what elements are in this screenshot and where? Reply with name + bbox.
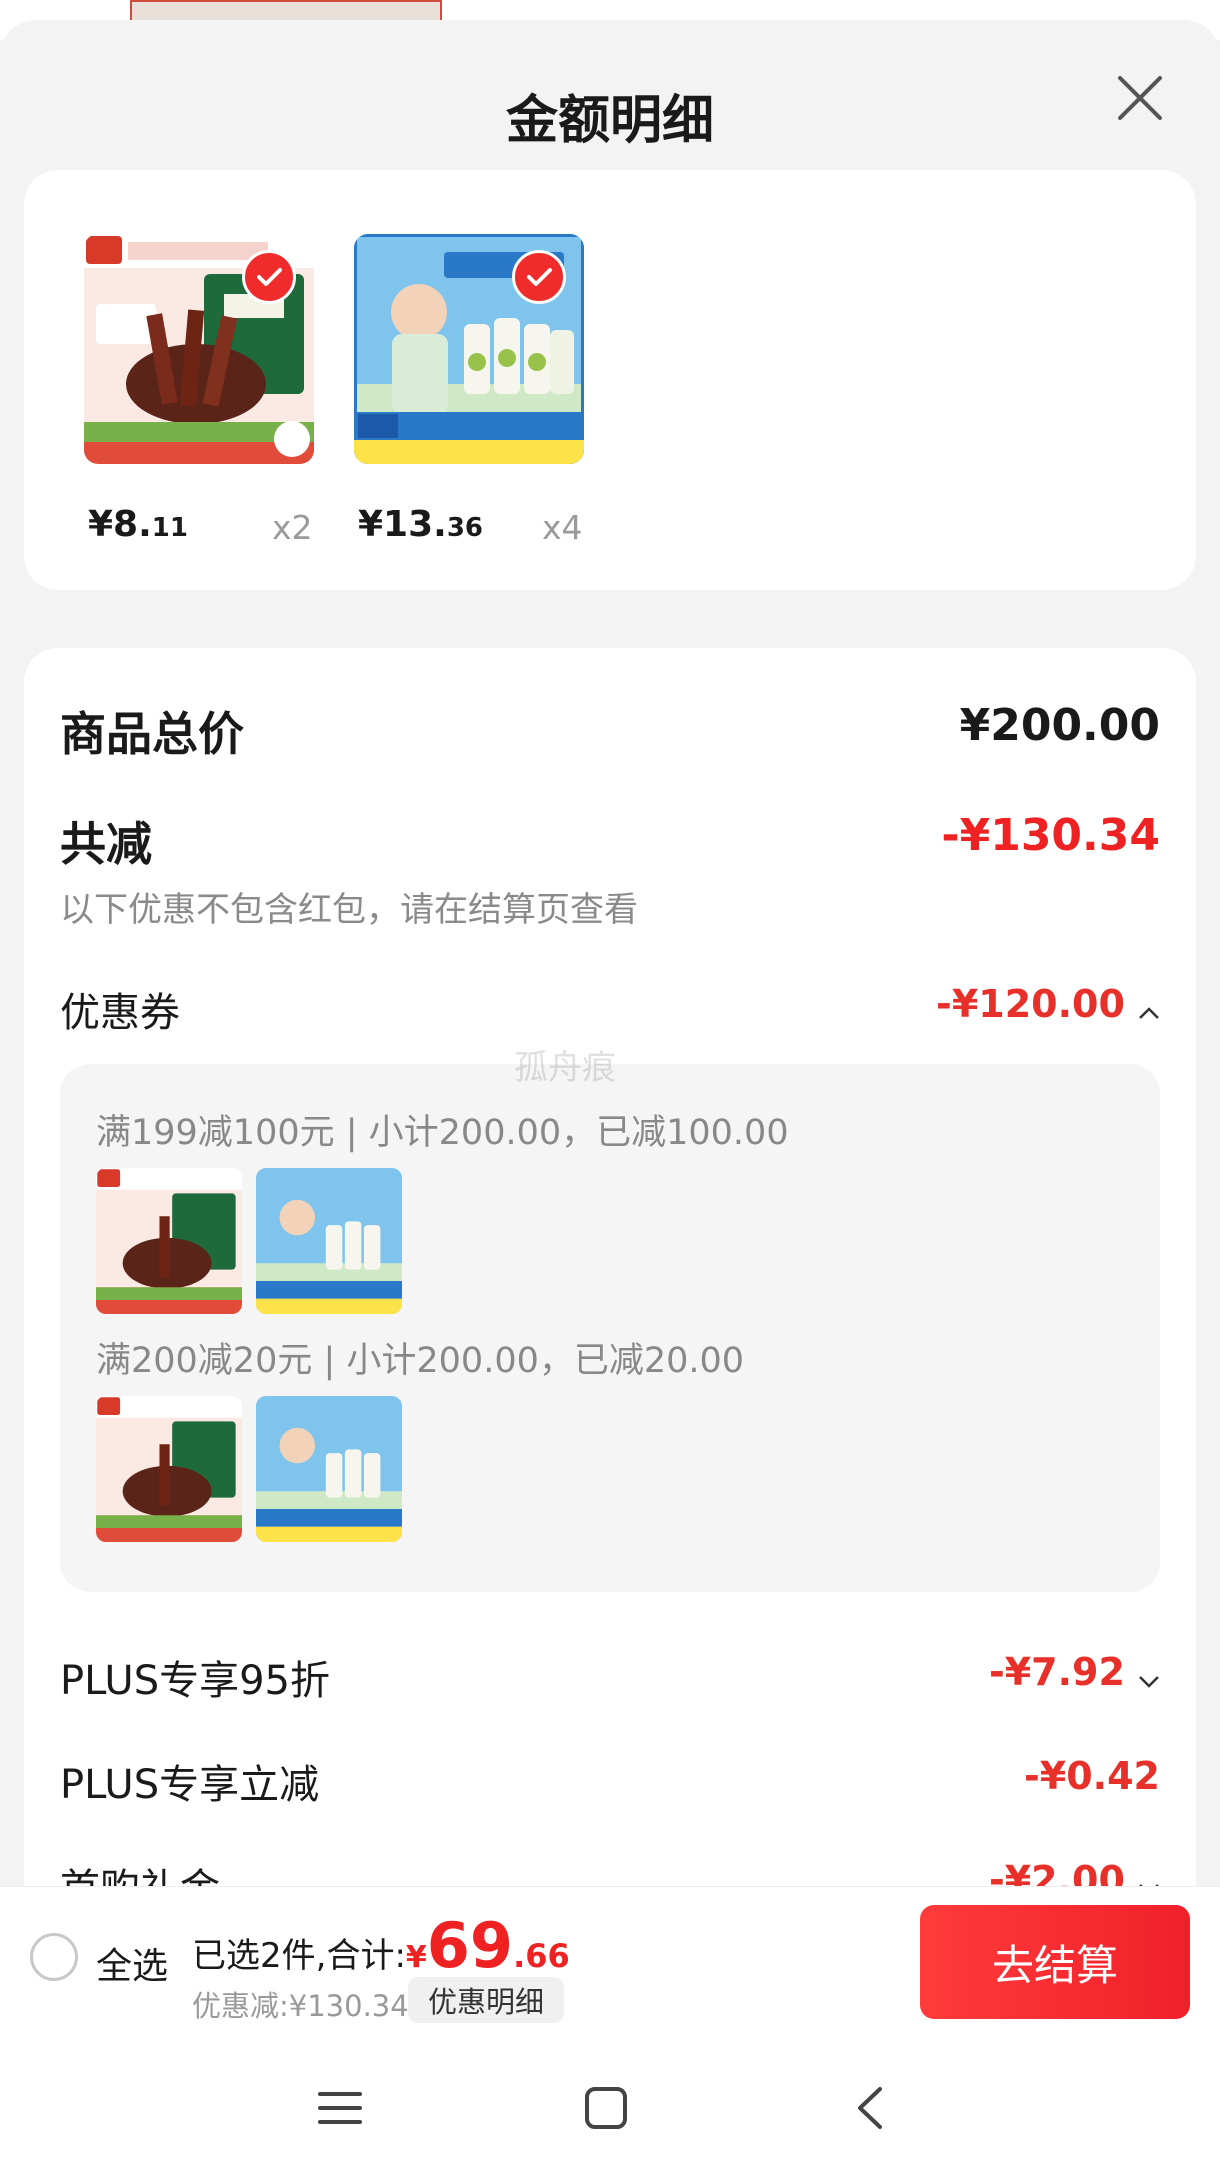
discount-note-row: 以下优惠不包含红包，请在结算页查看 [60,882,1160,930]
product-item-beef[interactable]: ¥8.11 x2 [84,234,314,564]
sheet-title: 金额明细 [505,91,714,151]
close-icon [1118,76,1162,120]
plus-95-discount-row[interactable]: PLUS专享95折 -¥7.92 [60,1648,1160,1704]
coupon-value: -¥120.00 [936,982,1125,1026]
system-navigation-bar [0,2036,1220,2180]
coupon-detail-box: 满199减100元 | 小计200.00，已减100.00 满200减20元 |… [60,1064,1160,1592]
menu-icon [318,2092,362,2124]
product-quantity: x2 [272,508,313,547]
plus-95-label: PLUS专享95折 [60,1658,330,1704]
product-quantity: x4 [542,508,583,547]
total-reduction-value: -¥130.34 [941,810,1160,861]
check-icon [257,268,282,286]
discount-amount-text: 优惠减:¥130.34 [192,1989,409,2023]
price-cents: 11 [151,513,188,543]
amount-detail-sheet: 金额明细 ¥8.11 x2 ¥13.36 x4 商品总价 ¥200.00 共减 … [0,20,1220,2180]
coupon-value-group: -¥120.00 [936,982,1160,1026]
select-all-radio[interactable] [30,1933,78,1981]
product-image-beef-jerky [84,234,314,464]
coupon-rule-line: 满199减100元 | 小计200.00，已减100.00 [96,1113,789,1153]
product-item-yogurt[interactable]: ¥13.36 x4 [354,234,584,564]
plus-reduce-value: -¥0.42 [1024,1754,1160,1798]
total-price-value: ¥200.00 [959,700,1160,751]
selected-count-text: 已选2件,合计: [192,1936,406,1976]
coupon-product-thumb-yogurt [256,1168,402,1314]
selected-products-card: ¥8.11 x2 ¥13.36 x4 [24,170,1196,590]
watermark: 孤舟痕 [514,1048,616,1088]
product-price: ¥8.11 [88,504,188,545]
total-reduction-row: 共减 -¥130.34 [60,808,1160,871]
plus-95-value-group: -¥7.92 [989,1650,1160,1694]
total-price-row: 商品总价 ¥200.00 [60,698,1160,761]
coupon-label: 优惠券 [60,990,180,1036]
discount-note: 以下优惠不包含红包，请在结算页查看 [60,890,638,930]
product-image-yogurt [354,234,584,464]
close-button[interactable] [1110,68,1170,128]
coupon-product-thumb-beef [96,1168,242,1314]
plus-95-value: -¥7.92 [988,1650,1125,1694]
checkout-bar: 全选 已选2件,合计: ¥ 69 .66 优惠减:¥130.34 优惠明细 去结… [0,1886,1220,2036]
back-icon [858,2087,882,2129]
total-decimal: .66 [513,1937,570,1975]
coupon-rule-line: 满200减20元 | 小计200.00，已减20.00 [96,1341,745,1381]
check-icon [527,268,552,286]
nav-home-button[interactable] [566,2076,646,2140]
discount-detail-button[interactable]: 优惠明细 [408,1977,565,2023]
plus-reduce-row: PLUS专享立减 -¥0.42 [60,1752,1160,1808]
total-currency: ¥ [405,1940,427,1975]
coupon-product-thumb-yogurt [256,1396,402,1542]
total-reduction-label: 共减 [60,817,152,871]
sheet-header: 金额明细 [0,20,1220,172]
price-cents: 36 [446,513,484,543]
checkout-button[interactable]: 去结算 [920,1905,1190,2019]
price-main: ¥13. [358,504,447,545]
square-home-icon [585,2087,627,2129]
total-integer: 69 [426,1909,514,1982]
selected-check-badge [242,250,296,304]
chevron-down-icon [1139,1675,1159,1688]
nav-menu-button[interactable] [300,2076,380,2140]
select-all-label[interactable]: 全选 [96,1937,168,1989]
nav-back-button[interactable] [830,2076,910,2140]
coupon-product-thumb-beef [96,1396,242,1542]
coupon-row[interactable]: 优惠券 -¥120.00 [60,980,1160,1036]
selected-total-summary: 已选2件,合计: ¥ 69 .66 [192,1909,570,1982]
price-main: ¥8. [88,504,152,545]
total-price-label: 商品总价 [60,707,244,761]
product-price: ¥13.36 [358,504,483,545]
chevron-up-icon [1139,1006,1159,1019]
plus-reduce-label: PLUS专享立减 [60,1762,320,1808]
selected-check-badge [512,250,566,304]
